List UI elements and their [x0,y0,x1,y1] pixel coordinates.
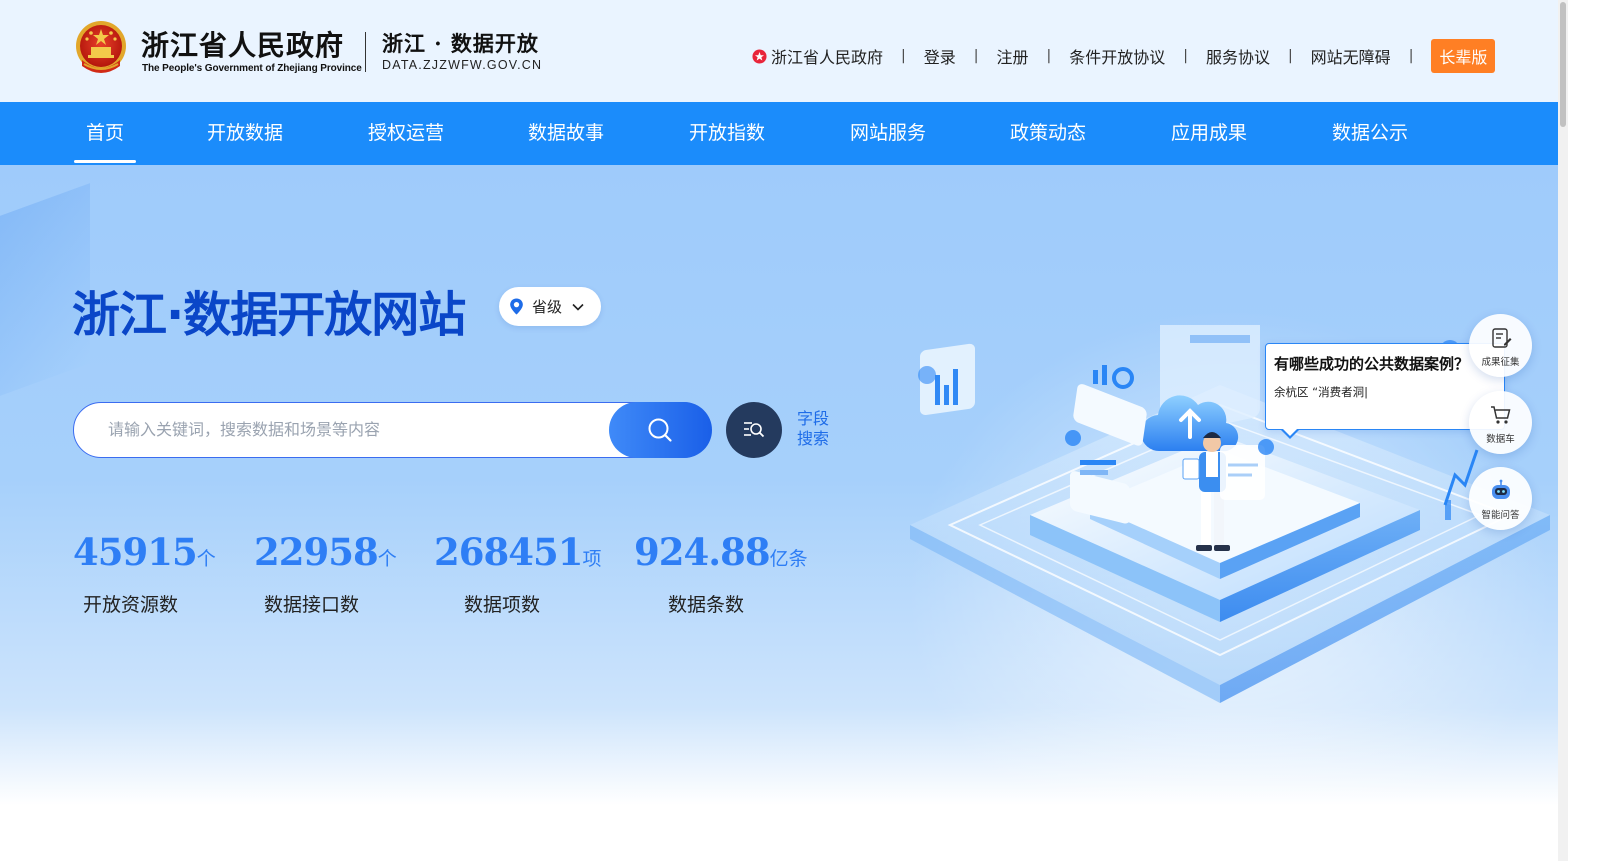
separator: | [901,48,906,64]
stat-open-resources: 45915个 开放资源数 [73,530,216,616]
national-emblem-logo [76,21,126,73]
float-button-label: 智能问答 [1481,510,1520,521]
main-nav: 首页 开放数据 授权运营 数据故事 开放指数 网站服务 政策动态 应用成果 数据… [0,102,1558,165]
stat-value: 22958 [254,530,379,574]
separator: | [1287,48,1293,64]
page-margin [1568,0,1600,861]
link-conditional-agreement[interactable]: 条件开放协议 [1069,44,1165,68]
chevron-down-icon [572,303,584,311]
separator: | [1408,48,1414,64]
nav-home[interactable]: 首页 [73,102,137,165]
scrollbar-thumb[interactable] [1560,2,1566,127]
logo-divider [365,32,366,72]
smart-qa-button[interactable]: 智能问答 [1469,467,1532,530]
stat-label: 数据项数 [464,594,541,616]
achievement-collection-button[interactable]: 成果征集 [1469,314,1532,377]
stat-unit: 亿条 [769,548,808,570]
nav-authorized-operation[interactable]: 授权运营 [368,102,444,165]
separator: | [1183,48,1188,64]
site-name-cn: 浙江 · 数据开放 [382,31,539,56]
top-header: 浙江省人民政府 The People's Government of Zheji… [0,0,1558,102]
stat-data-interfaces: 22958个 数据接口数 [254,530,397,616]
top-links: 浙江省人民政府 | 登录 | 注册 | 条件开放协议 | 服务协议 | 网站无障… [752,39,1496,73]
field-search-label[interactable]: 字段 搜索 [797,409,831,449]
gov-name-en: The People's Government of Zhejiang Prov… [142,63,362,74]
link-gov[interactable]: 浙江省人民政府 [771,44,883,68]
search-input[interactable] [108,403,608,456]
data-cart-button[interactable]: 数据车 [1469,391,1532,454]
nav-open-index[interactable]: 开放指数 [689,102,765,165]
stat-label: 数据条数 [668,594,745,616]
stat-unit: 项 [582,548,602,570]
link-login[interactable]: 登录 [924,44,956,68]
level-select-value: 省级 [532,298,563,316]
stat-value: 268451 [434,530,583,574]
edit-document-icon [1492,328,1512,348]
stat-data-items: 268451项 数据项数 [434,530,602,616]
stat-value: 45915 [73,530,198,574]
chat-answer: 余杭区 “消费者洞| [1274,385,1368,399]
field-search-button[interactable] [726,402,782,458]
level-select[interactable]: 省级 [499,287,601,326]
nav-application-results[interactable]: 应用成果 [1171,102,1247,165]
separator: | [1046,48,1052,64]
float-button-label: 成果征集 [1481,357,1520,368]
stat-label: 开放资源数 [83,594,179,616]
stat-data-records: 924.88亿条 数据条数 [634,530,808,616]
nav-site-services[interactable]: 网站服务 [850,102,926,165]
stat-unit: 个 [196,548,216,570]
hero-section: 浙江·数据开放网站 省级 字段 搜索 45915个 [0,165,1558,861]
stat-value: 924.88 [634,530,771,574]
bubble-tail [1282,428,1298,436]
separator: | [973,48,979,64]
field-search-icon [744,422,765,438]
robot-icon [1492,479,1510,499]
vertical-scrollbar[interactable] [1558,0,1568,861]
star-badge-icon [752,48,767,64]
link-register[interactable]: 注册 [996,44,1028,68]
site-domain: DATA.ZJZWFW.GOV.CN [382,58,543,72]
chat-question: 有哪些成功的公共数据案例？ [1274,355,1470,373]
nav-data-stories[interactable]: 数据故事 [528,102,604,165]
search-box [73,401,712,458]
nav-open-data[interactable]: 开放数据 [207,102,283,165]
stat-label: 数据接口数 [264,594,360,616]
nav-policy-news[interactable]: 政策动态 [1010,102,1086,165]
elder-mode-button[interactable]: 长辈版 [1431,39,1496,73]
cart-icon [1491,406,1511,424]
link-service-agreement[interactable]: 服务协议 [1206,44,1270,68]
float-button-label: 数据车 [1486,434,1515,445]
search-button[interactable] [608,401,712,458]
stat-unit: 个 [377,548,397,570]
hero-title: 浙江·数据开放网站 [72,287,466,343]
link-accessibility[interactable]: 网站无障碍 [1311,44,1391,68]
nav-data-disclosure[interactable]: 数据公示 [1332,102,1408,165]
location-pin-icon [510,298,523,315]
search-icon [648,418,672,442]
gov-name-cn: 浙江省人民政府 [141,29,345,62]
